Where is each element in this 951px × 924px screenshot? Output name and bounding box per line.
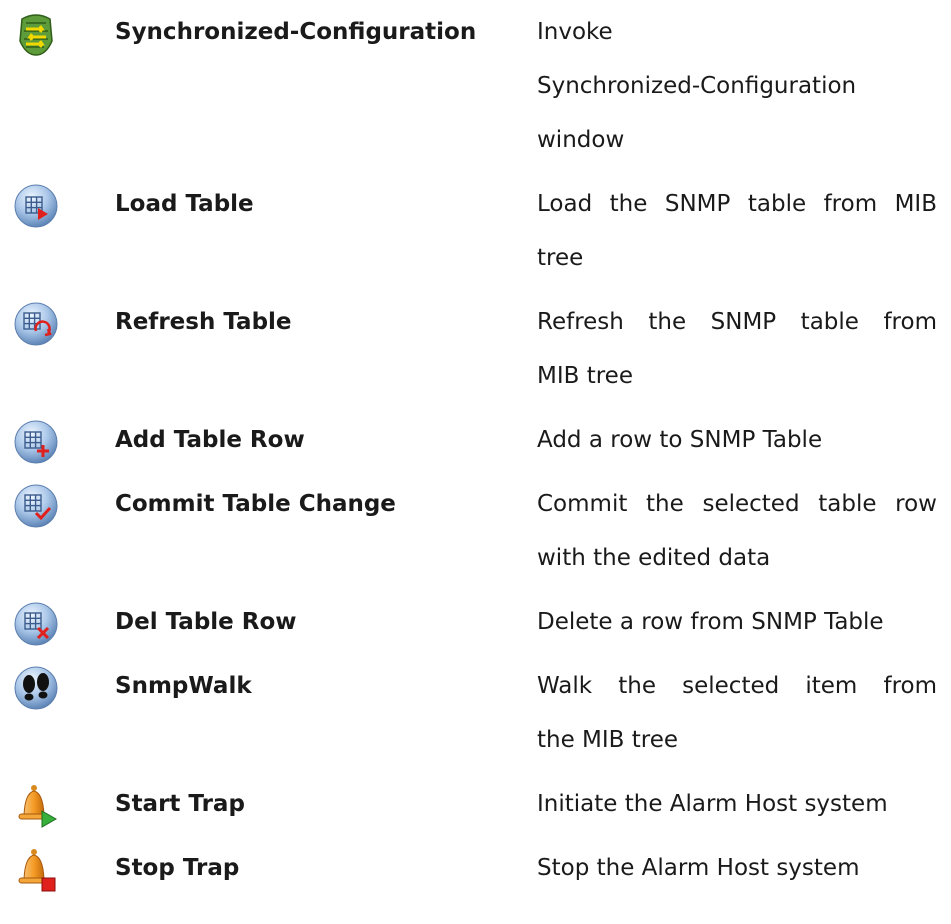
commit-table-change-icon bbox=[12, 482, 60, 530]
function-description: Initiate the Alarm Host system bbox=[537, 777, 937, 831]
description-line: Synchronized-Configuration bbox=[537, 73, 857, 99]
description-line: Commit the selected table row bbox=[537, 491, 937, 517]
table-row: Refresh Table Refresh the SNMP table fro… bbox=[0, 295, 951, 403]
function-description: Load the SNMP table from MIB tree bbox=[537, 177, 937, 285]
function-table-page: { "rows": [ { "icon": "sync-config-icon"… bbox=[0, 0, 951, 924]
description-line: with the edited data bbox=[537, 545, 771, 571]
description-line: Delete a row from SNMP Table bbox=[537, 609, 884, 635]
description-line: Walk the selected item from bbox=[537, 673, 937, 699]
function-description: Walk the selected item from the MIB tree bbox=[537, 659, 937, 767]
description-line: Initiate the Alarm Host system bbox=[537, 791, 888, 817]
description-line: tree bbox=[537, 245, 584, 271]
description-line: Load the SNMP table from MIB bbox=[537, 191, 937, 217]
description-line: Invoke bbox=[537, 19, 613, 45]
description-line: window bbox=[537, 127, 625, 153]
table-row: Commit Table Change Commit the selected … bbox=[0, 477, 951, 585]
stop-trap-icon bbox=[12, 845, 60, 893]
function-name: Load Table bbox=[115, 191, 254, 217]
add-table-row-icon bbox=[12, 418, 60, 466]
start-trap-icon bbox=[12, 781, 60, 829]
description-line: Add a row to SNMP Table bbox=[537, 427, 823, 453]
table-row: Del Table Row Delete a row from SNMP Tab… bbox=[0, 595, 951, 649]
table-row: Load Table Load the SNMP table from MIB … bbox=[0, 177, 951, 285]
function-name: Refresh Table bbox=[115, 309, 292, 335]
function-description: Refresh the SNMP table from MIB tree bbox=[537, 295, 937, 403]
table-row: Add Table Row Add a row to SNMP Table bbox=[0, 413, 951, 467]
description-line: the MIB tree bbox=[537, 727, 679, 753]
table-row: Start Trap Initiate the Alarm Host syste… bbox=[0, 777, 951, 831]
function-name: Synchronized-Configuration bbox=[115, 19, 477, 45]
function-description: Invoke Synchronized-Configuration window bbox=[537, 5, 937, 167]
function-description: Commit the selected table row with the e… bbox=[537, 477, 937, 585]
table-row: Stop Trap Stop the Alarm Host system bbox=[0, 841, 951, 895]
function-name: Del Table Row bbox=[115, 609, 297, 635]
function-description: Add a row to SNMP Table bbox=[537, 413, 937, 467]
function-name: Start Trap bbox=[115, 791, 245, 817]
description-line: Refresh the SNMP table from bbox=[537, 309, 937, 335]
function-name: Commit Table Change bbox=[115, 491, 396, 517]
table-row: Synchronized-Configuration Invoke Synchr… bbox=[0, 5, 951, 167]
del-table-row-icon bbox=[12, 600, 60, 648]
function-description: Stop the Alarm Host system bbox=[537, 841, 937, 895]
function-name: SnmpWalk bbox=[115, 673, 252, 699]
description-line: Stop the Alarm Host system bbox=[537, 855, 860, 881]
function-name: Add Table Row bbox=[115, 427, 305, 453]
load-table-icon bbox=[12, 182, 60, 230]
function-name: Stop Trap bbox=[115, 855, 240, 881]
function-description: Delete a row from SNMP Table bbox=[537, 595, 937, 649]
snmpwalk-icon bbox=[12, 664, 60, 712]
sync-config-icon bbox=[12, 11, 60, 59]
refresh-table-icon bbox=[12, 300, 60, 348]
description-line: MIB tree bbox=[537, 363, 633, 389]
table-row: SnmpWalk Walk the selected item from the… bbox=[0, 659, 951, 767]
